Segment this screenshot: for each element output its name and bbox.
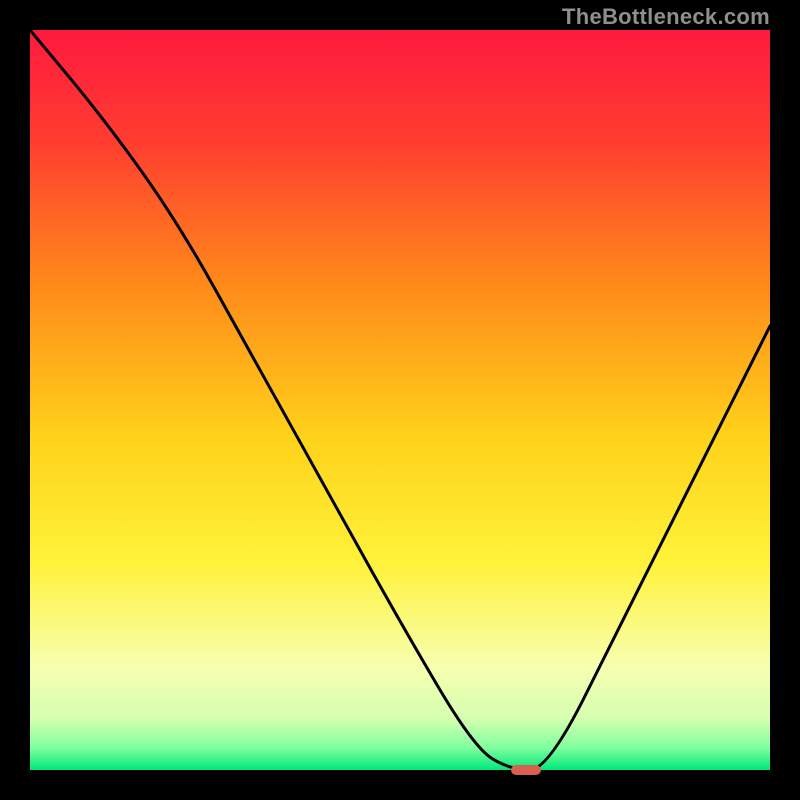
optimal-marker: [511, 765, 541, 775]
chart-outer-frame: TheBottleneck.com: [0, 0, 800, 800]
bottleneck-curve: [30, 30, 770, 770]
plot-area: [30, 30, 770, 770]
watermark-text: TheBottleneck.com: [562, 4, 770, 30]
